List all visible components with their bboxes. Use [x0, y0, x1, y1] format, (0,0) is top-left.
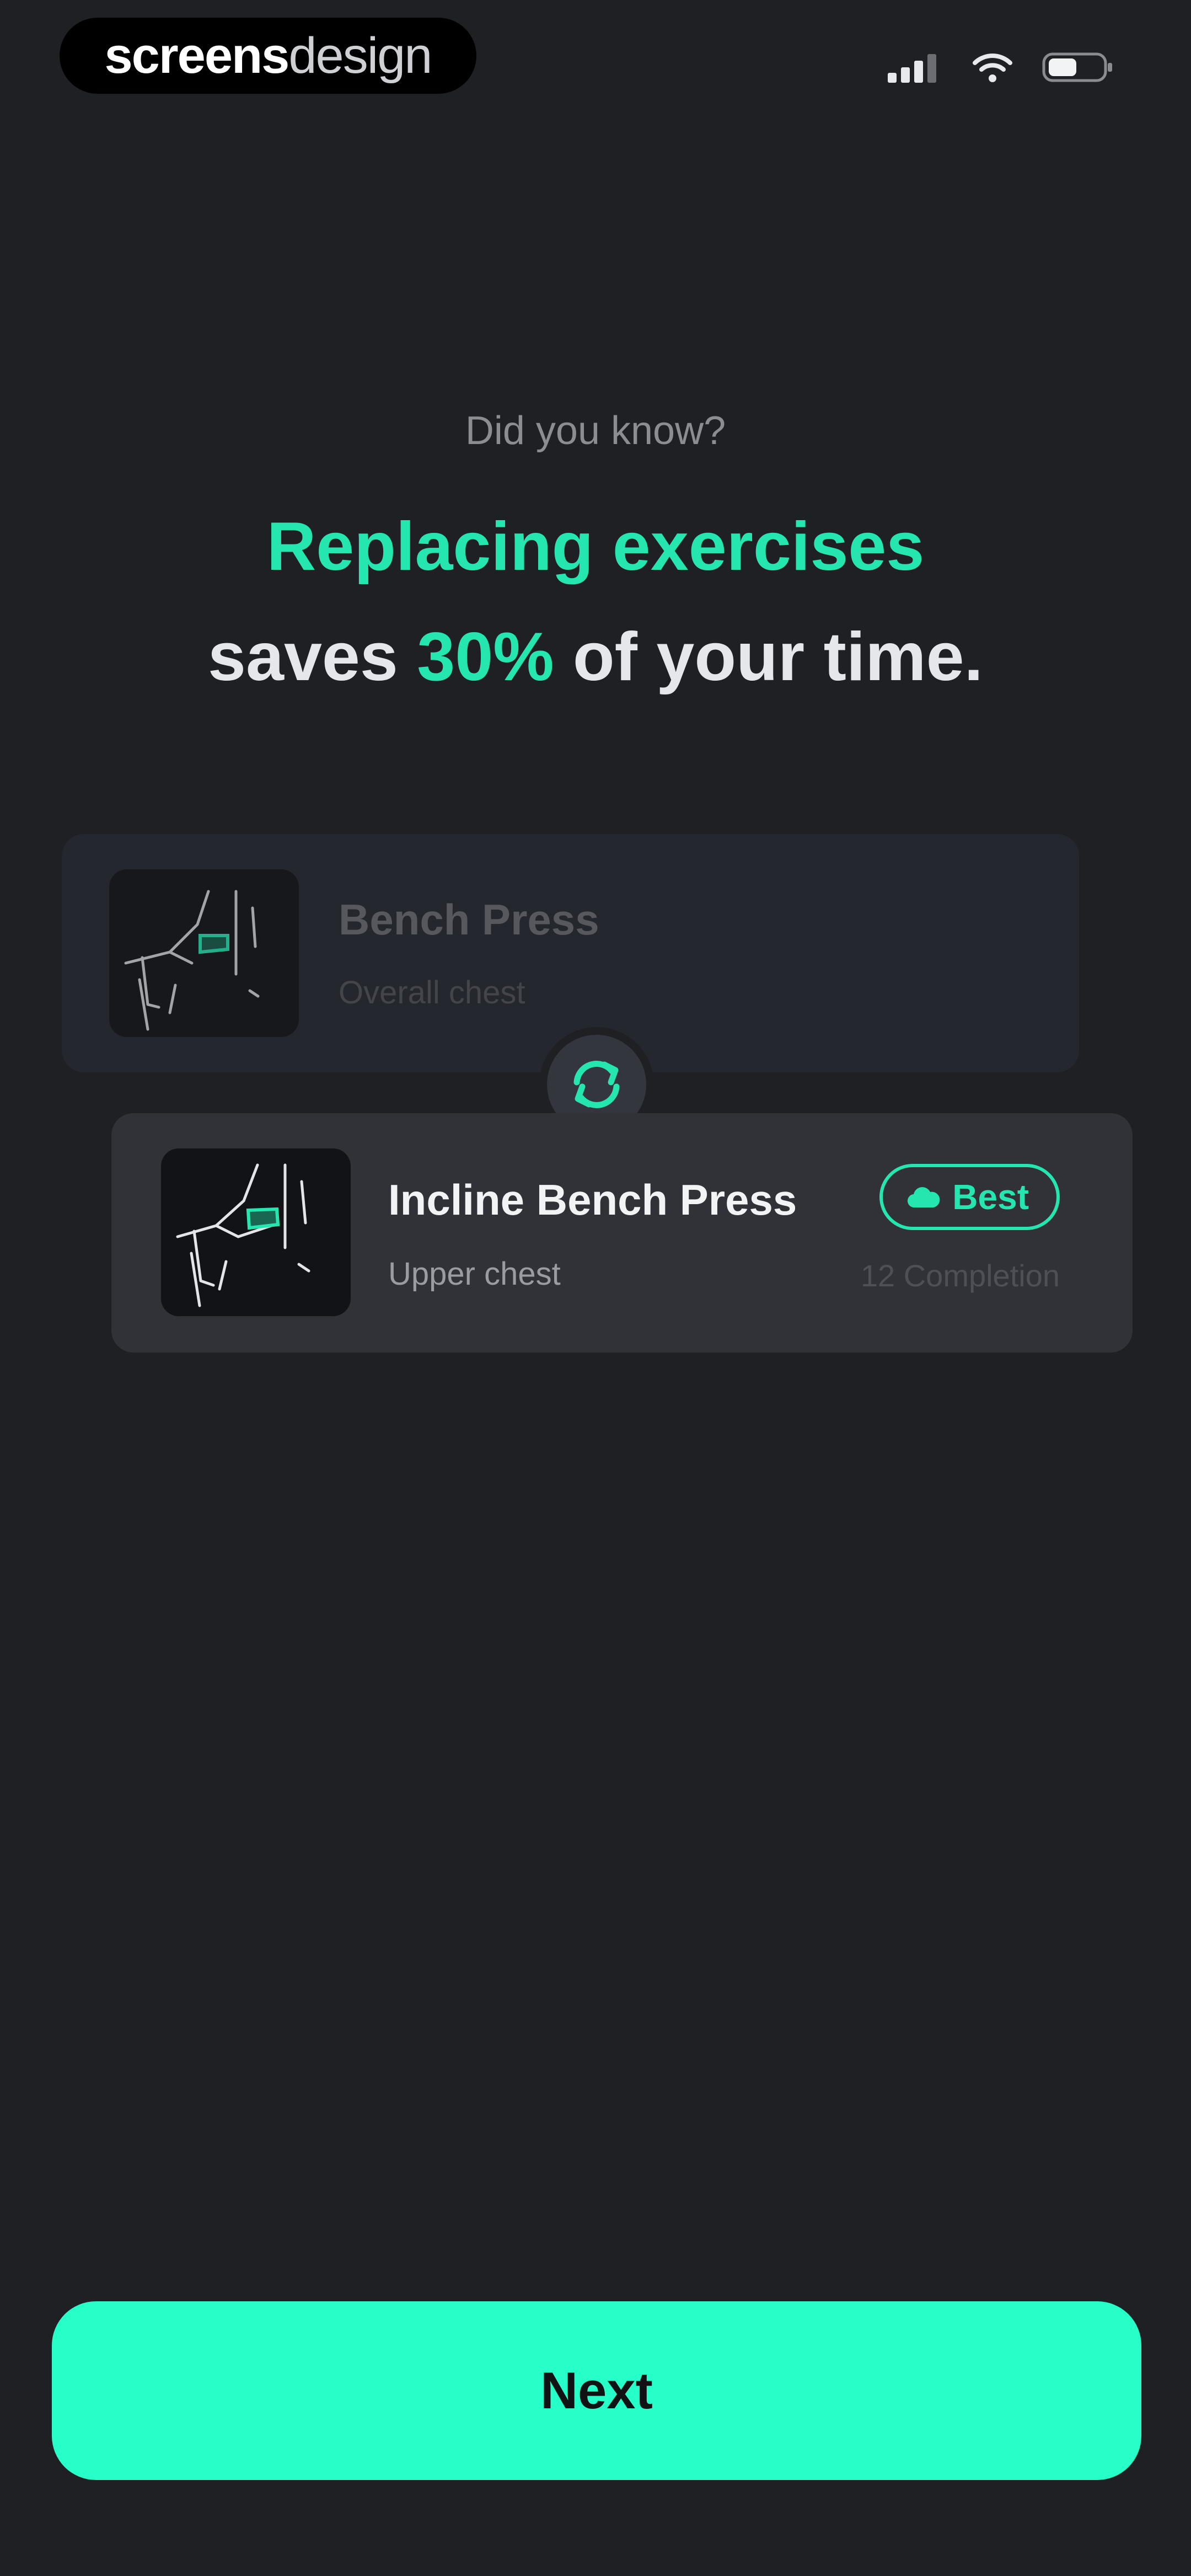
best-badge: Best [879, 1164, 1060, 1230]
exercise-muscle: Upper chest [388, 1256, 561, 1292]
signal-icon [888, 52, 943, 83]
wifi-icon [973, 52, 1012, 83]
exercise-card-replacement[interactable]: Incline Bench Press Upper chest Best 12 … [111, 1113, 1133, 1353]
headline-highlight: 30% [417, 619, 554, 695]
exercise-name: Incline Bench Press [388, 1175, 797, 1224]
headline-line-2: saves 30% of your time. [0, 618, 1191, 696]
bench-press-illustration [109, 869, 299, 1037]
exercise-card-original: Bench Press Overall chest [62, 834, 1079, 1072]
brand-name-light: design [288, 27, 432, 84]
incline-bench-press-illustration [161, 1148, 351, 1316]
brand-logo: screens design [60, 18, 476, 94]
next-button[interactable]: Next [52, 2301, 1141, 2480]
eyebrow-text: Did you know? [465, 409, 726, 453]
exercise-name: Bench Press [339, 895, 599, 944]
headline-suffix: of your time. [554, 619, 983, 695]
cloud-icon [907, 1185, 940, 1209]
battery-icon [1042, 51, 1114, 84]
swap-icon [565, 1052, 629, 1116]
completion-count: 12 Completion [860, 1258, 1060, 1293]
status-icons [888, 51, 1114, 84]
headline-prefix: saves [208, 619, 417, 695]
headline-line-1: Replacing exercises [266, 509, 925, 585]
onboarding-screen: screens design Did you know? Replacing e… [0, 0, 1191, 2576]
brand-name-bold: screens [104, 27, 290, 84]
exercise-muscle: Overall chest [339, 975, 525, 1011]
best-badge-label: Best [952, 1177, 1029, 1217]
